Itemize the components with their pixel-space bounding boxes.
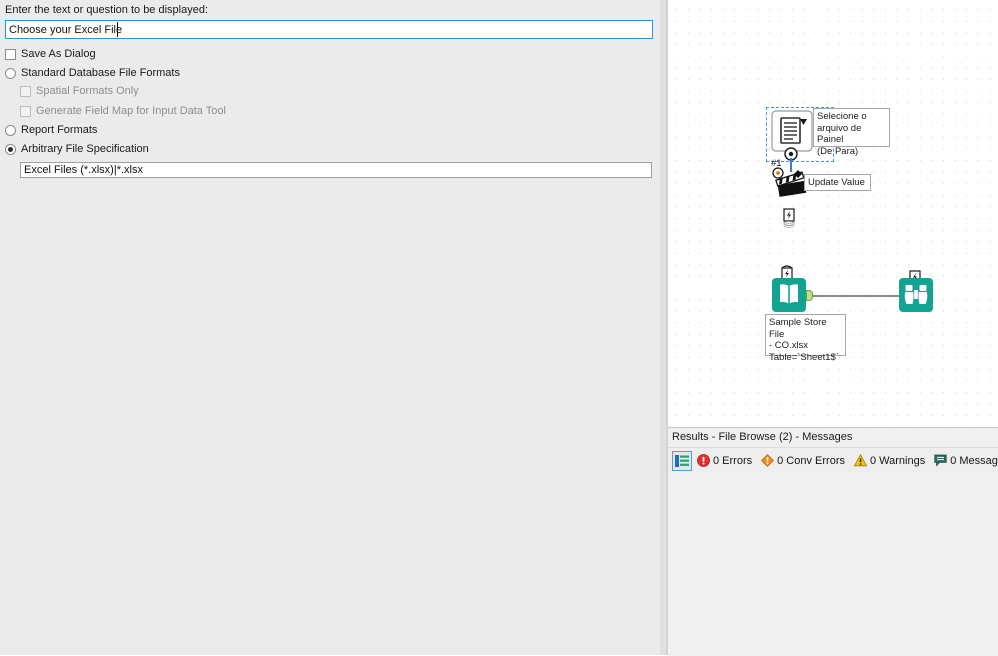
option-label: Spatial Formats Only	[36, 85, 139, 97]
error-icon	[697, 454, 710, 467]
option-arbitrary-file-specification[interactable]: Arbitrary File Specification	[5, 142, 149, 156]
option-label: Report Formats	[21, 124, 98, 136]
results-panel: Results - File Browse (2) - Messages 0 E…	[668, 427, 998, 656]
app-window: Enter the text or question to be display…	[0, 0, 998, 656]
node-file-browse[interactable]	[771, 110, 813, 152]
message-icon	[934, 454, 947, 467]
annotation-input-data[interactable]: Sample Store File - CO.xlsx Table=`Sheet…	[765, 314, 846, 363]
message-grid-button[interactable]	[672, 450, 692, 471]
checkbox-generate-field-map	[20, 105, 31, 117]
tool-configuration-panel: Enter the text or question to be display…	[0, 0, 668, 655]
annotation-file-browse[interactable]: Selecione o arquivo de Painel (De Para)	[813, 108, 890, 157]
status-warnings[interactable]: 0 Warnings	[853, 454, 926, 467]
checkbox-spatial-formats-only	[20, 85, 31, 97]
results-toolbar: 0 Errors 0 Conv Errors 0 Warnings 0 Mess…	[668, 447, 998, 474]
option-label: Save As Dialog	[21, 48, 96, 60]
option-label: Generate Field Map for Input Data Tool	[36, 105, 226, 117]
status-messages-label: 0 Messages	[950, 454, 998, 467]
radio-report-formats[interactable]	[5, 124, 16, 136]
node-config-badge-icon	[772, 167, 784, 179]
radio-arbitrary-file-specification[interactable]	[5, 143, 16, 155]
status-warnings-label: 0 Warnings	[869, 454, 926, 467]
option-label: Arbitrary File Specification	[21, 143, 149, 155]
option-report-formats[interactable]: Report Formats	[5, 123, 97, 137]
node-browse[interactable]	[899, 278, 933, 312]
config-panel-content: Enter the text or question to be display…	[0, 0, 660, 655]
option-save-as-dialog[interactable]: Save As Dialog	[5, 47, 96, 61]
prompt-text-input[interactable]	[5, 20, 653, 39]
option-spatial-formats-only: Spatial Formats Only	[20, 84, 139, 98]
status-conv-errors-label: 0 Conv Errors	[777, 454, 845, 467]
input-data-book-icon[interactable]	[772, 278, 806, 312]
warning-icon	[853, 454, 867, 467]
option-generate-field-map: Generate Field Map for Input Data Tool	[20, 104, 226, 118]
radio-standard-database-file-formats[interactable]	[5, 67, 16, 79]
workflow-canvas[interactable]: #1 Selecione o arquivo de Painel (De Par…	[668, 0, 998, 427]
results-message-list[interactable]	[668, 473, 998, 656]
conv-error-icon	[761, 454, 775, 467]
status-errors-label: 0 Errors	[713, 454, 753, 467]
file-browse-icon[interactable]	[771, 110, 813, 152]
browse-binoculars-icon[interactable]	[899, 278, 933, 312]
connection-input-to-browse[interactable]	[813, 295, 909, 297]
text-caret	[117, 22, 118, 37]
interface-badge-icon	[783, 208, 795, 228]
node-output-anchor[interactable]	[806, 290, 813, 301]
results-title: Results - File Browse (2) - Messages	[668, 428, 998, 446]
option-label: Standard Database File Formats	[21, 67, 180, 79]
message-grid-icon	[675, 454, 689, 467]
node-input-data[interactable]	[772, 278, 806, 312]
prompt-label: Enter the text or question to be display…	[5, 4, 209, 16]
checkbox-save-as-dialog[interactable]	[5, 48, 16, 60]
file-specification-input[interactable]	[20, 162, 652, 178]
option-standard-database-file-formats[interactable]: Standard Database File Formats	[5, 66, 180, 80]
status-messages[interactable]: 0 Messages	[934, 454, 998, 467]
status-errors[interactable]: 0 Errors	[697, 454, 752, 467]
status-conv-errors[interactable]: 0 Conv Errors	[761, 454, 845, 467]
annotation-action[interactable]: Update Value	[804, 174, 871, 191]
